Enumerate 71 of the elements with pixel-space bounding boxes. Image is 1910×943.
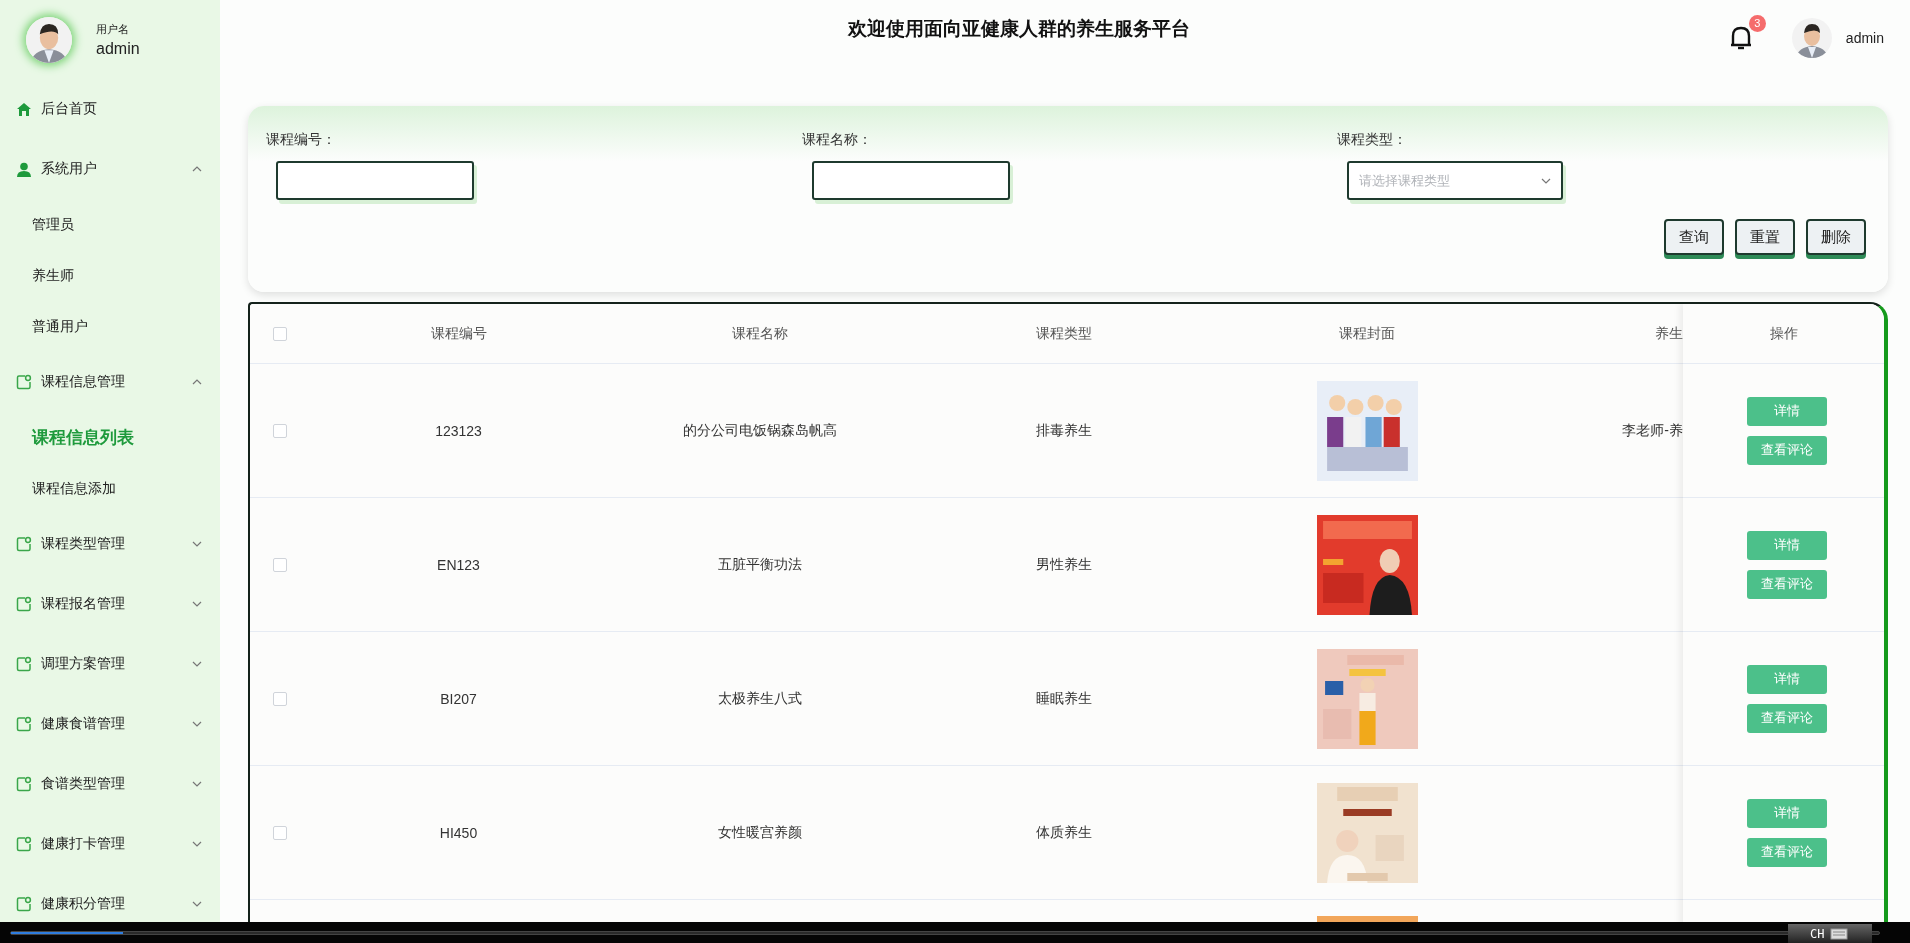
menu-item[interactable]: 调理方案管理: [0, 634, 220, 694]
chevron-icon: [192, 661, 202, 667]
chevron-icon: [192, 541, 202, 547]
table-cell: 太极养生八式: [717, 689, 802, 708]
chevron-icon: [192, 781, 202, 787]
checkbox[interactable]: [273, 825, 287, 840]
table-cell: 体质养生: [1035, 823, 1092, 842]
chevron-icon: [192, 601, 202, 607]
column-header: 课程名称: [731, 324, 788, 343]
field-label: 课程编号：: [266, 131, 337, 149]
table-cell: BI207: [440, 690, 477, 707]
field-label: 课程名称：: [802, 131, 873, 149]
chevron-icon: [192, 841, 202, 847]
column-header: 课程编号: [430, 324, 487, 343]
chevron-icon: [192, 166, 202, 172]
submenu-item[interactable]: 养生师: [0, 250, 220, 301]
checkbox[interactable]: [273, 691, 287, 706]
menu-item[interactable]: 健康积分管理: [0, 874, 220, 922]
table-cell: 男性养生: [1035, 555, 1092, 574]
tag-icon: [16, 896, 32, 912]
column-header: 养生: [1655, 324, 1683, 343]
input-field[interactable]: [276, 161, 474, 200]
table-cell: 排毒养生: [1035, 421, 1092, 440]
table-cell: 睡眠养生: [1035, 689, 1092, 708]
menu-item[interactable]: 食谱类型管理: [0, 754, 220, 814]
column-header: 课程类型: [1035, 324, 1092, 343]
submenu-item[interactable]: 课程信息添加: [0, 463, 220, 514]
tag-icon: [16, 836, 32, 852]
menu-item[interactable]: 系统用户: [0, 139, 220, 199]
tag-icon: [16, 374, 32, 390]
table-cell: HI450: [439, 824, 478, 841]
user-avatar: [26, 16, 72, 63]
table-cell: 123123: [435, 422, 482, 439]
table-cell: 李老师-养: [1622, 421, 1683, 440]
submenu-item[interactable]: 管理员: [0, 199, 220, 250]
menu-item[interactable]: 课程信息管理: [0, 352, 220, 412]
tag-icon: [16, 536, 32, 552]
menu-item[interactable]: 课程报名管理: [0, 574, 220, 634]
field-label: 课程类型：: [1337, 131, 1408, 149]
column-header: 课程封面: [1339, 324, 1395, 343]
column-header: 操作: [1769, 324, 1798, 343]
table-cell: 的分公司电饭锅森岛帆高: [682, 421, 837, 440]
chevron-icon: [192, 379, 202, 385]
menu-item[interactable]: 健康打卡管理: [0, 814, 220, 874]
chevron-icon: [192, 721, 202, 727]
menu-item[interactable]: 课程类型管理: [0, 514, 220, 574]
submenu-item[interactable]: 普通用户: [0, 301, 220, 352]
page-title: 欢迎使用面向亚健康人群的养生服务平台: [846, 17, 1191, 41]
user-name: admin: [96, 39, 140, 58]
input-field[interactable]: [812, 161, 1010, 200]
user-name[interactable]: admin: [1845, 29, 1884, 46]
chevron-icon: [192, 901, 202, 907]
notification-badge: 3: [1748, 14, 1766, 32]
checkbox[interactable]: [273, 326, 287, 341]
table-cell: 五脏平衡功法: [717, 555, 802, 574]
keyboard-icon: [1830, 927, 1849, 940]
user-label: 用户名: [96, 21, 130, 37]
checkbox[interactable]: [273, 423, 287, 438]
chevron-icon: [1541, 177, 1551, 184]
table-cell: EN123: [437, 556, 480, 573]
user-icon: [16, 161, 32, 177]
table-cell: 女性暖宫养颜: [717, 823, 802, 842]
tag-icon: [16, 656, 32, 672]
tag-icon: [16, 716, 32, 732]
menu-item[interactable]: 健康食谱管理: [0, 694, 220, 754]
tag-icon: [16, 776, 32, 792]
checkbox[interactable]: [273, 557, 287, 572]
menu-item[interactable]: 后台首页: [0, 79, 220, 139]
home-icon: [16, 101, 32, 117]
tag-icon: [16, 596, 32, 612]
ime-indicator[interactable]: CH: [1788, 924, 1872, 943]
